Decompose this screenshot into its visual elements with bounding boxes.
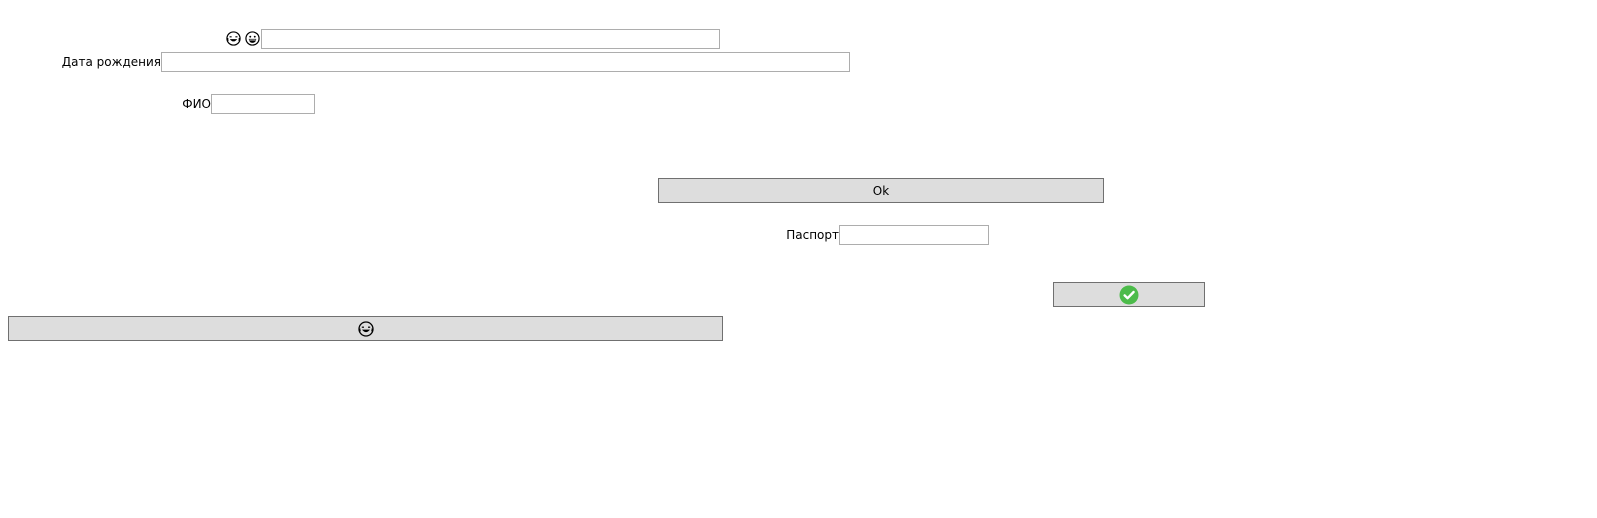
emoji-button[interactable] xyxy=(8,316,723,341)
birth-date-label: Дата рождения xyxy=(61,55,161,69)
passport-label: Паспорт xyxy=(786,228,839,242)
confirm-button[interactable] xyxy=(1053,282,1205,307)
grinning-face-icon xyxy=(245,31,260,46)
fio-label: ФИО xyxy=(182,97,211,111)
check-circle-icon xyxy=(1119,285,1139,305)
laughing-face-icon xyxy=(226,31,241,46)
passport-field[interactable] xyxy=(839,225,989,245)
birth-date-field[interactable] xyxy=(161,52,850,72)
fio-field[interactable] xyxy=(211,94,315,114)
laughing-face-icon xyxy=(357,320,374,337)
ok-button-label: Ok xyxy=(872,183,890,198)
top-text-field[interactable] xyxy=(261,29,720,49)
ok-button[interactable]: Ok xyxy=(658,178,1104,203)
